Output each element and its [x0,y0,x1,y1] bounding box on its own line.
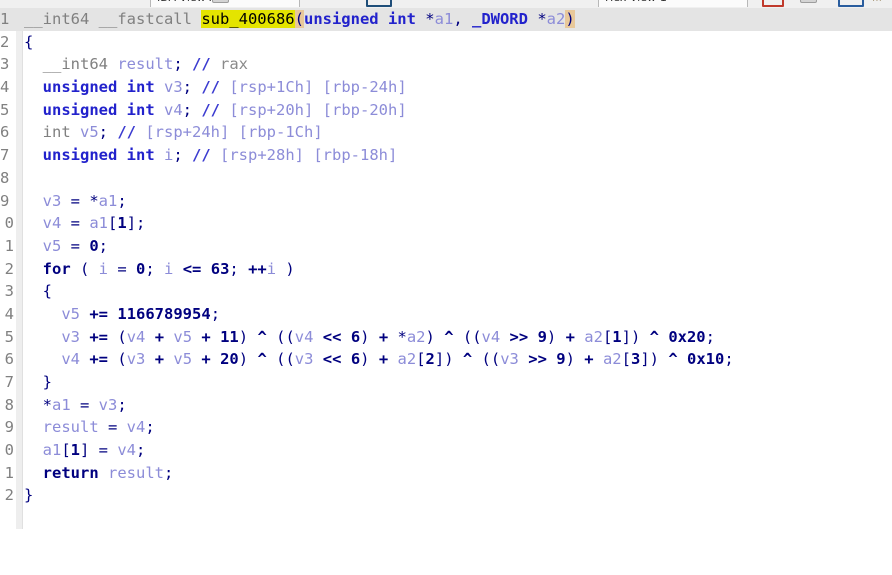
code-line-12[interactable]: 2 for ( i = 0; i <= 63; ++i ) [0,258,892,281]
code-line-4-text: unsigned int v3; // [rsp+1Ch] [rbp-24h] [42,78,407,97]
line-number: 4 [0,78,10,97]
code-line-19[interactable]: 9 result = v4; [0,416,892,439]
code-line-3[interactable]: 3 __int64 result; // rax [0,53,892,76]
code-line-10-text: v4 = a1[1]; [24,214,146,233]
code-line-10[interactable]: 0 v4 = a1[1]; [0,212,892,235]
line-number: 6 [4,350,14,369]
code-line-18[interactable]: 8 *a1 = v3; [0,394,892,417]
code-line-5[interactable]: 5 unsigned int v4; // [rsp+20h] [rbp-20h… [0,99,892,122]
tab-close-icon-2[interactable] [800,0,817,3]
code-line-22-text: } [24,486,34,505]
tab-hex-view-1[interactable]: Hex View-1 [598,0,748,7]
line-number: 0 [4,214,14,233]
line-number: 5 [0,100,10,119]
code-line-7-text: unsigned int i; // [rsp+28h] [rbp-18h] [42,146,398,165]
code-line-16-text: v4 += (v3 + v5 + 20) ^ ((v3 << 6) + a2[2… [24,350,734,369]
line-number: 1 [4,236,14,255]
line-number: 3 [0,55,10,74]
tab-close-icon[interactable] [212,0,229,3]
code-line-8[interactable]: 8 [0,167,892,190]
code-line-17-text: } [24,373,52,391]
code-line-22[interactable]: 2 } [0,484,892,507]
code-line-14[interactable]: 4 v5 += 1166789954; [0,303,892,326]
line-number: 0 [4,441,14,460]
code-line-9-text: v3 = *a1; [24,191,127,210]
code-line-19-text: result = v4; [24,418,155,437]
code-line-13-text: { [24,282,52,301]
line-number: 2 [4,259,14,278]
line-number: 8 [4,395,14,414]
line-number: 9 [4,418,14,437]
pseudocode-editor[interactable]: 1 __int64 __fastcall sub_400686(unsigned… [0,8,892,529]
tab-hex-view-1-label: Hex View-1 [605,0,667,4]
line-number: 3 [4,282,14,301]
line-number: 1 [0,10,10,28]
code-line-11[interactable]: 1 v5 = 0; [0,235,892,258]
code-line-6[interactable]: 6 int v5; // [rsp+24h] [rbp-1Ch] [0,121,892,144]
line-number: 8 [0,168,10,187]
code-line-18-text: *a1 = v3; [24,395,127,414]
code-line-15-text: v3 += (v4 + v5 + 11) ^ ((v4 << 6) + *a2)… [24,327,715,346]
code-line-13[interactable]: 3 { [0,280,892,303]
code-line-21[interactable]: 1 return result; [0,462,892,485]
code-line-7[interactable]: 7 unsigned int i; // [rsp+28h] [rbp-18h] [0,144,892,167]
code-line-6-text: int v5; // [rsp+24h] [rbp-1Ch] [24,123,323,142]
pseudocode-listing[interactable]: 1 __int64 __fastcall sub_400686(unsigned… [0,8,892,507]
line-number: 9 [0,191,10,210]
code-line-20[interactable]: 0 a1[1] = v4; [0,439,892,462]
line-number: 2 [0,32,10,51]
code-line-17[interactable]: 7 } [0,371,892,394]
code-line-21-text: return result; [24,463,174,482]
code-line-14-text: v5 += 1166789954; [24,304,221,323]
line-number: 7 [0,146,10,165]
highlighted-function-name: sub_400686 [201,10,295,28]
code-line-3-text: __int64 result; // rax [24,55,248,74]
tab-indicator-icon [366,0,392,7]
tab-overflow-icon[interactable]: ⋯ [872,0,883,6]
line-number: 6 [0,123,10,142]
tab-indicator-red-icon [762,0,784,7]
line-number: 4 [4,304,14,323]
line-number: 2 [4,486,14,505]
line-number: 5 [4,327,14,346]
line-number: 7 [4,373,14,391]
code-line-2-text: { [24,32,34,51]
code-line-16[interactable]: 6 v4 += (v3 + v5 + 20) ^ ((v3 << 6) + a2… [0,348,892,371]
code-line-1[interactable]: 1 __int64 __fastcall sub_400686(unsigned… [0,8,892,31]
tab-indicator-icon-2 [838,0,864,7]
code-line-4[interactable]: 4 unsigned int v3; // [rsp+1Ch] [rbp-24h… [0,76,892,99]
code-line-11-text: v5 = 0; [24,236,109,255]
code-line-12-text: for ( i = 0; i <= 63; ++i ) [24,259,295,278]
code-line-20-text: a1[1] = v4; [24,441,146,460]
code-line-1-text: __int64 __fastcall sub_400686(unsigned i… [24,10,575,28]
line-number: 1 [4,463,14,482]
code-line-5-text: unsigned int v4; // [rsp+20h] [rbp-20h] [42,100,407,119]
tab-ida-view-a-label: IDA View-A [157,0,217,4]
code-line-2[interactable]: 2 { [0,31,892,54]
code-line-15[interactable]: 5 v3 += (v4 + v5 + 11) ^ ((v4 << 6) + *a… [0,326,892,349]
code-line-9[interactable]: 9 v3 = *a1; [0,190,892,213]
